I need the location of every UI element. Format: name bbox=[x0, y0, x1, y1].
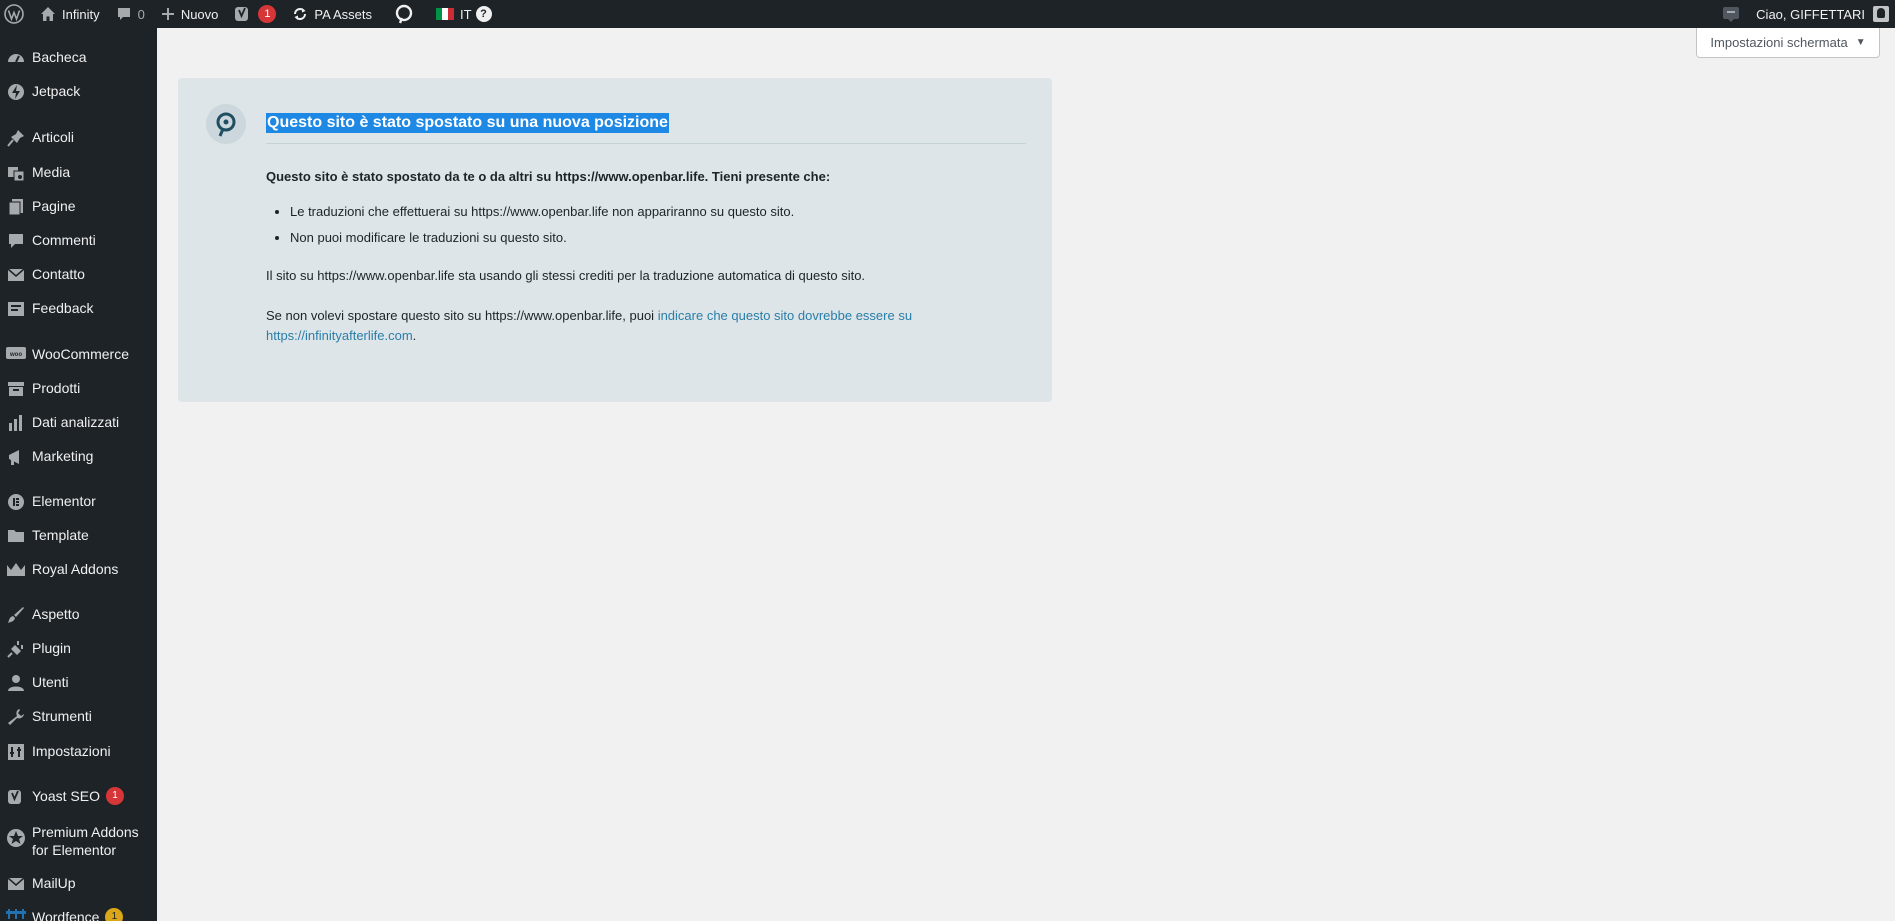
mail-icon bbox=[7, 268, 25, 281]
list-item: Non puoi modificare le traduzioni su que… bbox=[290, 230, 1026, 246]
plus-icon bbox=[161, 8, 174, 20]
sidebar-item-prodotti[interactable]: Prodotti bbox=[0, 379, 157, 398]
new-content-menu[interactable]: Nuovo bbox=[153, 0, 227, 28]
site-moved-notice: Questo sito è stato spostato su una nuov… bbox=[178, 78, 1052, 402]
feedback-icon bbox=[8, 302, 24, 316]
notice-bullet-list: Le traduzioni che effettuerai su https:/… bbox=[266, 204, 1026, 246]
pages-icon bbox=[8, 199, 23, 216]
comments-menu[interactable]: 0 bbox=[108, 0, 153, 28]
sidebar-item-template[interactable]: Template bbox=[0, 526, 157, 545]
notification-icon bbox=[1723, 7, 1740, 22]
pa-assets-menu[interactable]: PA Assets bbox=[284, 0, 380, 28]
new-label: Nuovo bbox=[180, 6, 219, 22]
wrench-icon bbox=[8, 709, 24, 725]
sidebar-item-pagine[interactable]: Pagine bbox=[0, 197, 157, 216]
translatepress-menu[interactable] bbox=[380, 0, 428, 28]
translatepress-icon bbox=[395, 4, 413, 24]
megaphone-icon bbox=[9, 450, 19, 465]
sidebar-item-contatto[interactable]: Contatto bbox=[0, 265, 157, 284]
italy-flag-icon bbox=[435, 8, 454, 20]
site-name: Infinity bbox=[62, 6, 100, 22]
screen-options-label: Impostazioni schermata bbox=[1710, 35, 1848, 50]
crown-icon bbox=[7, 563, 25, 576]
plug-icon bbox=[7, 641, 23, 658]
notice-title: Questo sito è stato spostato su una nuov… bbox=[266, 113, 669, 133]
sidebar-item-aspetto[interactable]: Aspetto bbox=[0, 605, 157, 624]
chart-bar-icon bbox=[9, 415, 22, 431]
sidebar-item-marketing[interactable]: Marketing bbox=[0, 447, 157, 466]
site-name-menu[interactable]: Infinity bbox=[32, 0, 108, 28]
sidebar-item-elementor[interactable]: Elementor bbox=[0, 492, 157, 511]
sidebar-item-premium-addons[interactable]: Premium Addons for Elementor bbox=[0, 823, 157, 859]
yoast-badge: 1 bbox=[258, 5, 277, 23]
sidebar-item-woocommerce[interactable]: woo WooCommerce bbox=[0, 345, 157, 363]
sidebar-item-yoast-seo[interactable]: Yoast SEO 1 bbox=[0, 787, 157, 806]
sidebar-item-media[interactable]: Media bbox=[0, 163, 157, 182]
language-switcher[interactable]: IT ? bbox=[428, 0, 500, 28]
sidebar-item-impostazioni[interactable]: Impostazioni bbox=[0, 742, 157, 761]
comment-icon bbox=[9, 234, 23, 248]
sidebar-item-strumenti[interactable]: Strumenti bbox=[0, 707, 157, 726]
wordpress-logo-menu[interactable] bbox=[0, 0, 32, 28]
brush-icon bbox=[8, 607, 24, 623]
notice-intro: Questo sito è stato spostato da te o da … bbox=[266, 169, 831, 184]
translatepress-logo-icon bbox=[216, 112, 236, 137]
admin-bar: Infinity 0 Nuovo 1 PA Assets IT ? Ciao, … bbox=[0, 0, 1895, 28]
dashboard-icon bbox=[8, 54, 24, 63]
sidebar-item-commenti[interactable]: Commenti bbox=[0, 231, 157, 250]
envelope-icon bbox=[7, 877, 25, 890]
sidebar-item-wordfence[interactable]: Wordfence 1 bbox=[0, 908, 157, 921]
sidebar-item-utenti[interactable]: Utenti bbox=[0, 673, 157, 692]
comments-count: 0 bbox=[137, 6, 145, 22]
admin-sidebar: Bacheca Jetpack Articoli Media Pagine Co… bbox=[0, 28, 157, 921]
user-icon bbox=[8, 675, 24, 691]
sidebar-item-articoli[interactable]: Articoli bbox=[0, 128, 157, 147]
refresh-icon bbox=[294, 8, 307, 20]
archive-icon bbox=[8, 382, 24, 396]
dropdown-arrow-icon: ▼ bbox=[1855, 37, 1866, 48]
notice-body: Questo sito è stato spostato da te o da … bbox=[266, 169, 1026, 346]
sidebar-item-dati-analizzati[interactable]: Dati analizzati bbox=[0, 413, 157, 432]
pa-assets-label: PA Assets bbox=[314, 6, 372, 22]
media-icon bbox=[8, 167, 25, 182]
yoast-count-badge: 1 bbox=[105, 787, 124, 805]
wordfence-icon bbox=[6, 909, 26, 919]
notice-title-row: Questo sito è stato spostato su una nuov… bbox=[266, 108, 1026, 144]
sidebar-item-plugin[interactable]: Plugin bbox=[0, 639, 157, 658]
pin-icon bbox=[7, 130, 24, 147]
settings-icon bbox=[8, 744, 24, 760]
notice-moved-text: Se non volevi spostare questo sito su ht… bbox=[266, 308, 913, 343]
my-account-menu[interactable]: Ciao, GIFFETTARI bbox=[1748, 0, 1895, 28]
notifications-menu[interactable] bbox=[1714, 0, 1748, 28]
avatar bbox=[1873, 6, 1889, 22]
elementor-icon bbox=[8, 494, 24, 510]
screen-options-button[interactable]: Impostazioni schermata ▼ bbox=[1696, 28, 1880, 58]
wordfence-count-badge: 1 bbox=[105, 908, 124, 921]
sidebar-item-jetpack[interactable]: Jetpack bbox=[0, 82, 157, 101]
sidebar-item-mailup[interactable]: MailUp bbox=[0, 874, 157, 893]
folder-icon bbox=[8, 530, 24, 542]
wordpress-logo-icon bbox=[4, 4, 24, 24]
yoast-menu[interactable]: 1 bbox=[226, 0, 284, 28]
notice-credits-text: Il sito su https://www.openbar.life sta … bbox=[266, 268, 866, 283]
yoast-icon bbox=[8, 790, 21, 804]
woo-icon: woo bbox=[6, 347, 26, 359]
home-icon bbox=[41, 7, 55, 21]
account-greeting: Ciao, GIFFETTARI bbox=[1756, 6, 1865, 22]
sidebar-item-feedback[interactable]: Feedback bbox=[0, 299, 157, 318]
yoast-icon bbox=[235, 7, 249, 21]
jetpack-icon bbox=[8, 84, 24, 100]
list-item: Le traduzioni che effettuerai su https:/… bbox=[290, 204, 1026, 220]
translatepress-logo bbox=[206, 104, 246, 144]
sidebar-item-royal-addons[interactable]: Royal Addons bbox=[0, 560, 157, 579]
star-icon bbox=[7, 829, 25, 847]
comment-bubble-icon bbox=[117, 8, 130, 20]
language-code: IT bbox=[459, 6, 472, 22]
help-icon: ? bbox=[475, 6, 492, 22]
svg-text:woo: woo bbox=[9, 352, 22, 358]
sidebar-item-bacheca[interactable]: Bacheca bbox=[0, 48, 157, 67]
